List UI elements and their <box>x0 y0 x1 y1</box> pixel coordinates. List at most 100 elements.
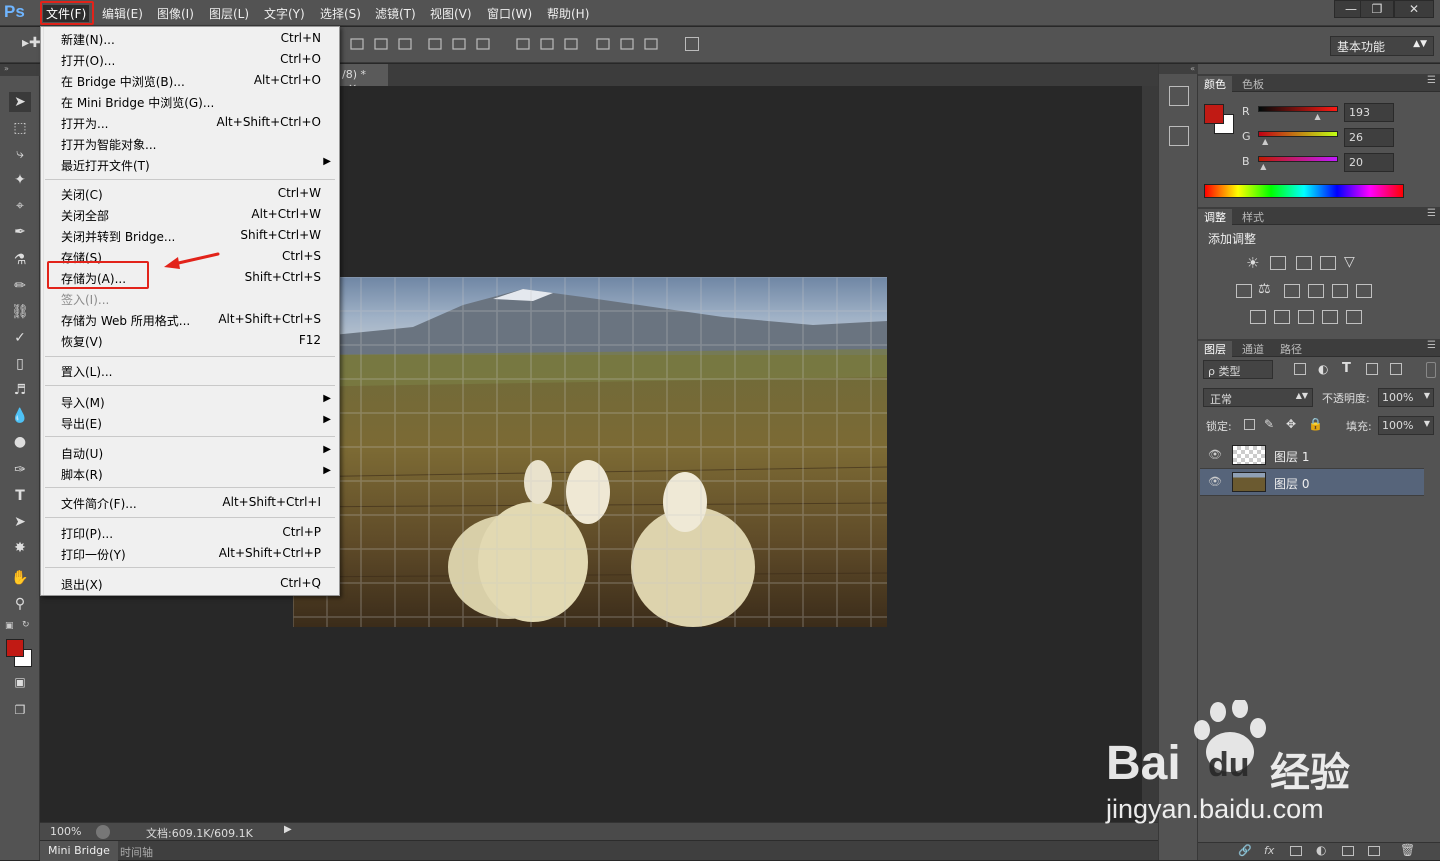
tab-adjustments[interactable]: 调整 <box>1198 209 1232 225</box>
gradient-map-icon[interactable] <box>1346 310 1362 324</box>
hue-saturation-icon[interactable] <box>1236 284 1252 298</box>
exposure-icon[interactable] <box>1320 256 1336 270</box>
layer-row-selected[interactable]: 👁 图层 0 <box>1200 469 1424 496</box>
pen-tool-icon[interactable]: ✑ <box>9 460 31 480</box>
type-filter-icon[interactable]: T <box>1342 361 1351 376</box>
add-mask-icon[interactable] <box>1290 846 1302 856</box>
adjustment-filter-icon[interactable]: ◐ <box>1318 362 1328 376</box>
fill-field[interactable]: 100% ▼ <box>1378 416 1434 435</box>
lock-all-icon[interactable]: 🔒 <box>1308 417 1323 431</box>
lock-pixels-icon[interactable]: ✎ <box>1264 417 1274 431</box>
tab-channels[interactable]: 通道 <box>1236 341 1270 357</box>
invert-icon[interactable] <box>1250 310 1266 324</box>
threshold-icon[interactable] <box>1298 310 1314 324</box>
chevron-down-icon[interactable]: ▼ <box>1424 419 1430 428</box>
file-menu-item[interactable]: 关闭并转到 Bridge... Shift+Ctrl+W <box>41 225 339 246</box>
document-image[interactable] <box>293 277 887 627</box>
layer-row[interactable]: 👁 图层 1 <box>1200 442 1424 469</box>
menu-filter[interactable]: 滤镜(T) <box>375 5 416 22</box>
history-panel-icon[interactable] <box>1169 86 1189 106</box>
file-menu-item[interactable]: 自动(U) ▶ <box>41 442 339 463</box>
shape-tool-icon[interactable]: ✸ <box>9 538 31 558</box>
layer-name[interactable]: 图层 1 <box>1274 448 1309 465</box>
chevron-down-icon[interactable]: ▼ <box>1424 391 1430 400</box>
crop-tool-icon[interactable]: ⌖ <box>9 196 31 216</box>
auto-align-icon[interactable] <box>685 37 699 51</box>
lasso-tool-icon[interactable]: ⤷ <box>9 144 31 164</box>
r-slider-handle[interactable]: ▲ <box>1315 112 1321 121</box>
close-icon[interactable]: ✕ <box>1394 0 1434 18</box>
panel-menu-icon[interactable]: ☰ <box>1427 208 1436 219</box>
tab-color[interactable]: 颜色 <box>1198 76 1232 92</box>
stamp-tool-icon[interactable]: ⛓ <box>9 302 31 322</box>
r-value[interactable]: 193 <box>1344 103 1394 122</box>
selective-color-icon[interactable] <box>1322 310 1338 324</box>
blur-tool-icon[interactable]: 💧 <box>9 406 31 426</box>
paint-bucket-tool-icon[interactable]: ♬ <box>9 380 31 400</box>
color-panel-foreground-swatch[interactable] <box>1204 104 1224 124</box>
file-menu-item[interactable]: 打开为... Alt+Shift+Ctrl+O <box>41 112 339 133</box>
path-select-tool-icon[interactable]: ➤ <box>9 512 31 532</box>
color-balance-icon[interactable]: ⚖ <box>1258 281 1271 297</box>
file-menu-item[interactable]: 关闭(C) Ctrl+W <box>41 183 339 204</box>
properties-panel-icon[interactable] <box>1169 126 1189 146</box>
menu-select[interactable]: 选择(S) <box>320 5 361 22</box>
file-menu-item[interactable]: 导入(M) ▶ <box>41 391 339 412</box>
status-icon[interactable] <box>96 825 110 839</box>
file-menu-item[interactable]: 文件简介(F)... Alt+Shift+Ctrl+I <box>41 492 339 513</box>
status-menu-icon[interactable]: ▶ <box>284 824 292 835</box>
zoom-level[interactable]: 100% <box>50 825 81 838</box>
hand-tool-icon[interactable]: ✋ <box>9 568 31 588</box>
black-white-icon[interactable] <box>1284 284 1300 298</box>
file-menu-item[interactable]: 打开为智能对象... <box>41 133 339 154</box>
channel-mixer-icon[interactable] <box>1332 284 1348 298</box>
visibility-eye-icon[interactable]: 👁 <box>1208 448 1222 462</box>
brightness-icon[interactable]: ☀ <box>1246 254 1259 272</box>
file-menu-item[interactable]: 打开(O)... Ctrl+O <box>41 49 339 70</box>
move-tool-icon[interactable]: ➤ <box>9 92 31 112</box>
new-adjustment-icon[interactable]: ◐ <box>1316 843 1326 857</box>
curves-icon[interactable] <box>1296 256 1312 270</box>
tab-timeline[interactable]: 时间轴 <box>120 844 153 860</box>
eyedropper-tool-icon[interactable]: ✒ <box>9 222 31 242</box>
panel-menu-icon[interactable]: ☰ <box>1427 340 1436 351</box>
marquee-tool-icon[interactable]: ⬚ <box>9 118 31 138</box>
delete-layer-icon[interactable]: 🗑 <box>1400 843 1415 857</box>
menu-layer[interactable]: 图层(L) <box>209 5 249 22</box>
opacity-field[interactable]: 100% ▼ <box>1378 388 1434 407</box>
color-lookup-icon[interactable] <box>1356 284 1372 298</box>
dodge-tool-icon[interactable]: ● <box>9 432 31 452</box>
history-brush-tool-icon[interactable]: ✓ <box>9 328 31 348</box>
file-menu-item[interactable]: 退出(X) Ctrl+Q <box>41 573 339 594</box>
default-colors-icon[interactable]: ▣ <box>5 621 14 631</box>
quick-select-tool-icon[interactable]: ✦ <box>9 170 31 190</box>
move-tool-icon[interactable]: ▸✚ <box>22 35 41 51</box>
pixel-filter-icon[interactable] <box>1294 363 1306 375</box>
b-slider-handle[interactable]: ▲ <box>1260 162 1266 171</box>
tab-swatches[interactable]: 色板 <box>1236 76 1270 92</box>
menu-window[interactable]: 窗口(W) <box>487 5 532 22</box>
panel-menu-icon[interactable]: ☰ <box>1427 75 1436 86</box>
tab-styles[interactable]: 样式 <box>1236 209 1270 225</box>
brush-tool-icon[interactable]: ✏ <box>9 276 31 296</box>
file-menu-item[interactable]: 在 Bridge 中浏览(B)... Alt+Ctrl+O <box>41 70 339 91</box>
shape-filter-icon[interactable] <box>1366 363 1378 375</box>
quick-mask-icon[interactable]: ▣ <box>9 672 31 692</box>
layer-filter-select[interactable]: ρ 类型 <box>1203 360 1273 379</box>
g-slider-handle[interactable]: ▲ <box>1262 137 1268 146</box>
type-tool-icon[interactable]: T <box>9 486 31 506</box>
blend-mode-select[interactable]: 正常 ▲▼ <box>1203 388 1313 407</box>
g-slider[interactable] <box>1258 131 1338 137</box>
fx-icon[interactable]: fx <box>1264 844 1274 857</box>
photo-filter-icon[interactable] <box>1308 284 1324 298</box>
eraser-tool-icon[interactable]: ▯ <box>9 354 31 374</box>
filter-toggle-icon[interactable] <box>1426 362 1436 378</box>
zoom-tool-icon[interactable]: ⚲ <box>9 594 31 614</box>
menu-edit[interactable]: 编辑(E) <box>102 5 143 22</box>
color-spectrum-bar[interactable] <box>1204 184 1404 198</box>
restore-icon[interactable]: ❐ <box>1360 0 1394 18</box>
tab-paths[interactable]: 路径 <box>1274 341 1308 357</box>
tab-mini-bridge[interactable]: Mini Bridge <box>40 841 118 861</box>
swap-colors-icon[interactable]: ↻ <box>22 620 30 630</box>
file-menu-item[interactable]: 置入(L)... <box>41 360 339 381</box>
